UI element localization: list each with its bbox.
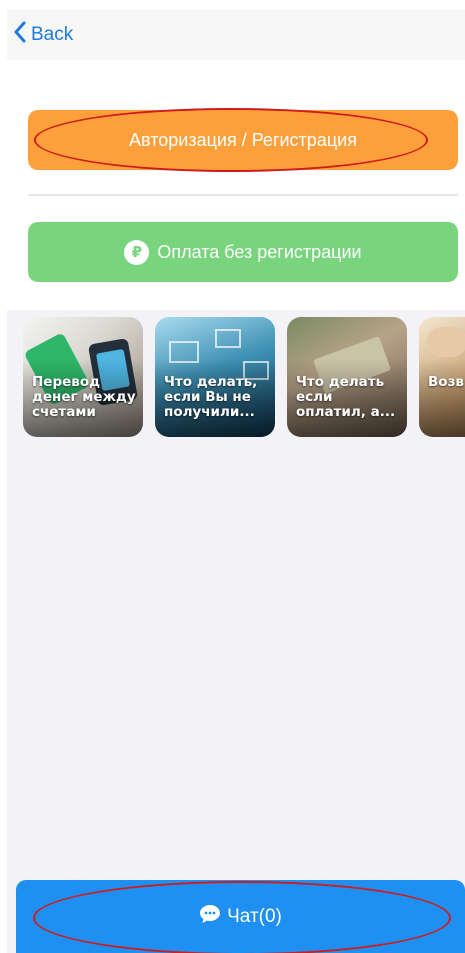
pay-without-registration-button[interactable]: ₽ Оплата без регистрации bbox=[28, 222, 458, 282]
chat-bubble-icon bbox=[199, 904, 221, 930]
story-label: Что делать, если Вы не получили... bbox=[164, 374, 258, 420]
back-button[interactable]: Back bbox=[13, 20, 73, 50]
story-label: Перевод денег между счетами bbox=[32, 374, 136, 420]
back-label: Back bbox=[31, 24, 74, 45]
story-card[interactable]: Возв дене bbox=[419, 317, 465, 437]
story-card[interactable]: Перевод денег между счетами bbox=[23, 317, 143, 437]
app-screen: Back Авторизация / Регистрация ₽ Оплата … bbox=[7, 10, 465, 953]
story-card[interactable]: Что делать, если Вы не получили... bbox=[155, 317, 275, 437]
chat-label: Чат(0) bbox=[227, 905, 282, 927]
story-card[interactable]: Что делать если оплатил, а... bbox=[287, 317, 407, 437]
divider bbox=[28, 194, 458, 196]
story-label: Что делать если оплатил, а... bbox=[296, 374, 396, 420]
nav-bar: Back bbox=[7, 10, 465, 60]
pay-without-registration-label: Оплата без регистрации bbox=[157, 241, 362, 262]
auth-register-button[interactable]: Авторизация / Регистрация bbox=[28, 110, 458, 170]
chevron-left-icon bbox=[13, 21, 27, 49]
stories-carousel[interactable]: Перевод денег между счетами Что делать, … bbox=[7, 317, 465, 439]
story-label: Возв дене bbox=[428, 374, 465, 390]
chat-button[interactable]: Чат(0) bbox=[16, 880, 465, 953]
auth-register-label: Авторизация / Регистрация bbox=[129, 129, 357, 150]
ruble-icon: ₽ bbox=[124, 239, 150, 265]
auth-section: Авторизация / Регистрация ₽ Оплата без р… bbox=[7, 60, 465, 310]
